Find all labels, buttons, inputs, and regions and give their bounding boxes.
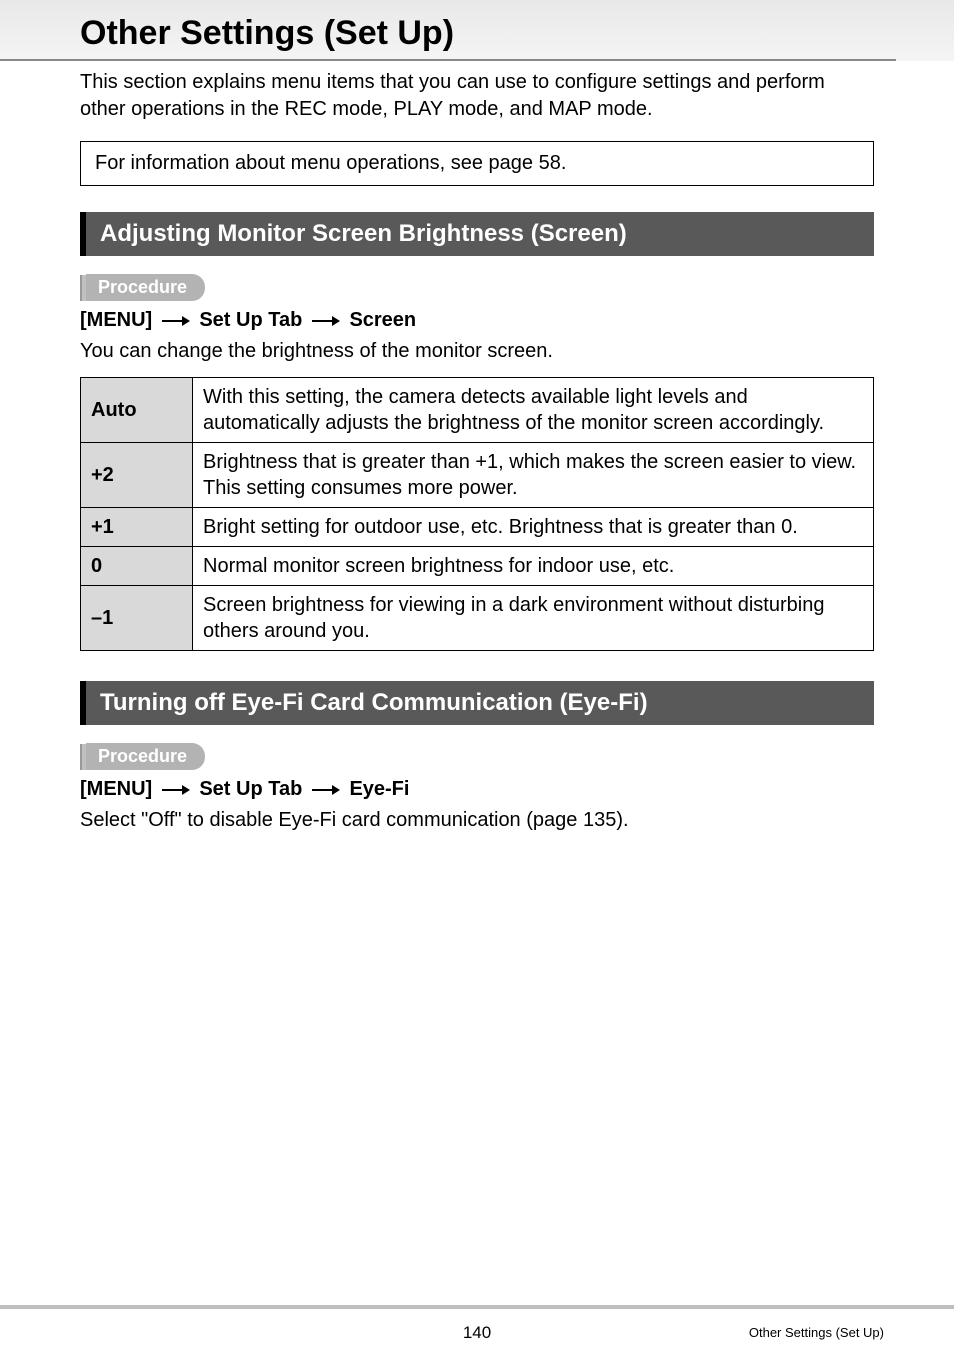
- arrow-icon: [162, 309, 190, 332]
- path-step-menu: [MENU]: [80, 309, 152, 331]
- setting-value: Bright setting for outdoor use, etc. Bri…: [193, 508, 874, 547]
- brightness-settings-table: Auto With this setting, the camera detec…: [80, 377, 874, 651]
- setting-value: Normal monitor screen brightness for ind…: [193, 547, 874, 586]
- path-step-setup: Set Up Tab: [199, 309, 302, 331]
- section-heading-screen: Adjusting Monitor Screen Brightness (Scr…: [80, 212, 874, 256]
- section2-description: Select "Off" to disable Eye-Fi card comm…: [80, 809, 874, 832]
- path-step-menu: [MENU]: [80, 778, 152, 800]
- page-title: Other Settings (Set Up): [0, 14, 896, 61]
- page-footer: 140 Other Settings (Set Up): [0, 1305, 954, 1357]
- setting-value: Brightness that is greater than +1, whic…: [193, 443, 874, 508]
- section1-description: You can change the brightness of the mon…: [80, 340, 874, 363]
- arrow-icon: [312, 309, 340, 332]
- procedure-pill: Procedure: [86, 274, 205, 301]
- setting-key: 0: [81, 547, 193, 586]
- procedure-path-eyefi: [MENU] Set Up Tab Eye-Fi: [80, 778, 874, 801]
- setting-key: +2: [81, 443, 193, 508]
- procedure-path-screen: [MENU] Set Up Tab Screen: [80, 309, 874, 332]
- table-row: –1 Screen brightness for viewing in a da…: [81, 586, 874, 651]
- arrow-icon: [312, 778, 340, 801]
- path-step-screen: Screen: [349, 309, 416, 331]
- procedure-label: Procedure: [80, 743, 874, 770]
- setting-key: +1: [81, 508, 193, 547]
- table-row: 0 Normal monitor screen brightness for i…: [81, 547, 874, 586]
- path-step-eyefi: Eye-Fi: [349, 778, 409, 800]
- procedure-pill: Procedure: [86, 743, 205, 770]
- path-step-setup: Set Up Tab: [199, 778, 302, 800]
- setting-key: Auto: [81, 378, 193, 443]
- section-heading-eyefi: Turning off Eye-Fi Card Communication (E…: [80, 681, 874, 725]
- footer-section-name: Other Settings (Set Up): [749, 1325, 884, 1340]
- setting-key: –1: [81, 586, 193, 651]
- procedure-label: Procedure: [80, 274, 874, 301]
- setting-value: With this setting, the camera detects av…: [193, 378, 874, 443]
- table-row: +1 Bright setting for outdoor use, etc. …: [81, 508, 874, 547]
- table-row: +2 Brightness that is greater than +1, w…: [81, 443, 874, 508]
- info-box: For information about menu operations, s…: [80, 141, 874, 186]
- table-row: Auto With this setting, the camera detec…: [81, 378, 874, 443]
- arrow-icon: [162, 778, 190, 801]
- intro-paragraph: This section explains menu items that yo…: [80, 69, 874, 123]
- setting-value: Screen brightness for viewing in a dark …: [193, 586, 874, 651]
